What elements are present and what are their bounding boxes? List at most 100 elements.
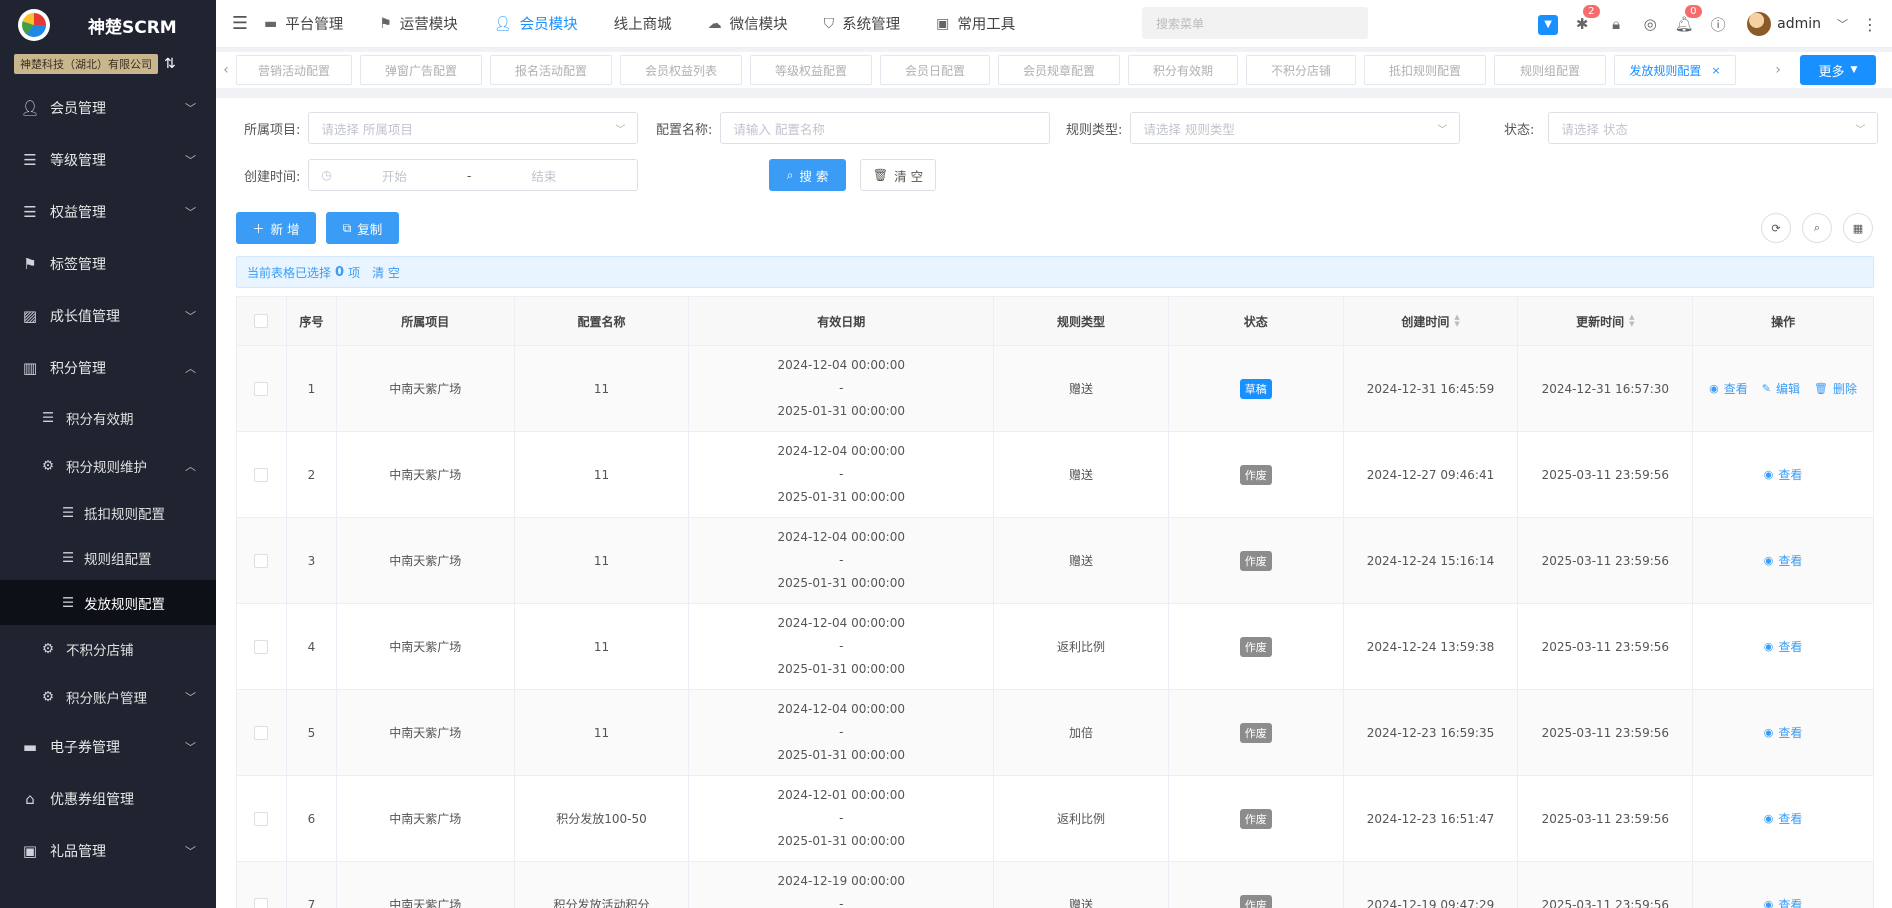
tab-scroll-left-icon[interactable]: ‹ xyxy=(216,62,236,78)
tab-scroll-right-icon[interactable]: › xyxy=(1768,62,1788,78)
row-checkbox[interactable] xyxy=(254,639,269,654)
edit-link[interactable]: ✎ 编辑 xyxy=(1762,380,1800,397)
tab[interactable]: 发放规则配置 × xyxy=(1614,55,1736,85)
topnav-item[interactable]: ▬ 平台管理 xyxy=(264,13,343,34)
expand-icon[interactable]: ▼ xyxy=(1531,13,1565,35)
sidebar-rule-item[interactable]: ☰ 发放规则配置 xyxy=(0,580,216,625)
view-link[interactable]: ◉ 查看 xyxy=(1764,896,1803,908)
rule-type-cell: 返利比例 xyxy=(994,776,1169,861)
close-icon[interactable]: × xyxy=(1711,64,1720,77)
topnav-item[interactable]: ☁ 微信模块 xyxy=(708,13,788,34)
view-icon: ◉ xyxy=(1763,812,1774,825)
tab[interactable]: 会员日配置 xyxy=(880,55,990,85)
sidebar-item[interactable]: ▣ 礼品管理 ﹀ xyxy=(0,825,216,877)
sidebar-rule-item[interactable]: ☰ 规则组配置 xyxy=(0,535,216,580)
view-link[interactable]: ◉ 查看 xyxy=(1709,380,1748,397)
tab[interactable]: 弹窗广告配置 xyxy=(360,55,482,85)
sort-icon[interactable]: ▲ ▼ xyxy=(1454,314,1459,328)
row-checkbox[interactable] xyxy=(254,467,269,482)
tab[interactable]: 抵扣规则配置 xyxy=(1364,55,1486,85)
theme-icon[interactable]: ◎ xyxy=(1633,15,1667,33)
tab[interactable]: 营销活动配置 xyxy=(236,55,352,85)
topnav-item[interactable]: ⛉ 系统管理 xyxy=(824,13,901,34)
updated-time-cell: 2025-03-11 23:59:56 xyxy=(1518,518,1694,603)
sidebar-item[interactable]: ☰ 等级管理 ﹀ xyxy=(0,134,216,186)
search-toggle-icon[interactable]: ⌕ xyxy=(1802,213,1832,243)
bell-icon[interactable]: 🔔︎ 0 xyxy=(1667,5,1702,33)
flag-icon: ⚑ xyxy=(23,255,37,273)
username[interactable]: admin xyxy=(1777,16,1821,32)
search-button[interactable]: ⌕ 搜 索 xyxy=(769,159,846,191)
tab[interactable]: 等级权益配置 xyxy=(750,55,872,85)
tab[interactable]: 报名活动配置 xyxy=(490,55,612,85)
sidebar-subitem[interactable]: ⚙ 积分账户管理 ﹀ xyxy=(0,673,216,721)
date-sep: - xyxy=(839,381,844,395)
more-vertical-icon[interactable]: ⋮ xyxy=(1862,15,1878,34)
copy-button[interactable]: ⧉ 复制 xyxy=(326,212,399,244)
notice-icon[interactable]: ⓘ xyxy=(1701,14,1735,35)
view-link[interactable]: ◉ 查看 xyxy=(1764,724,1803,741)
sidebar-item[interactable]: ▬ 电子券管理 ﹀ xyxy=(0,721,216,773)
topnav-item[interactable]: ⚑ 运营模块 xyxy=(379,13,458,34)
sidebar-subitem[interactable]: ☰ 积分有效期 xyxy=(0,394,216,442)
tab[interactable]: 积分有效期 xyxy=(1128,55,1238,85)
delete-link[interactable]: 🗑︎ 删除 xyxy=(1814,380,1857,397)
view-link[interactable]: ◉ 查看 xyxy=(1764,810,1803,827)
topnav-item[interactable]: 👤︎ 会员模块 xyxy=(494,13,578,34)
columns-icon[interactable]: ▦ xyxy=(1843,213,1873,243)
row-checkbox[interactable] xyxy=(254,725,269,740)
selection-clear-link[interactable]: 清 空 xyxy=(372,264,400,281)
date-end: 2025-01-31 00:00:00 xyxy=(777,576,905,590)
sidebar-rule-item[interactable]: ☰ 抵扣规则配置 xyxy=(0,490,216,535)
view-link[interactable]: ◉ 查看 xyxy=(1764,638,1803,655)
rule-type-select[interactable]: 请选择 规则类型 ﹀ xyxy=(1130,112,1461,144)
refresh-icon[interactable]: ⟳ xyxy=(1761,213,1791,243)
chevron-down-icon: ﹀ xyxy=(185,102,196,115)
avatar[interactable] xyxy=(1747,12,1772,36)
topnav-item[interactable]: 线上商城 xyxy=(614,13,672,34)
status-select[interactable]: 请选择 状态 ﹀ xyxy=(1548,112,1879,144)
add-button[interactable]: ＋ 新 增 xyxy=(236,212,316,244)
sort-icon[interactable]: ▲ ▼ xyxy=(1629,314,1634,328)
sidebar-item[interactable]: 👤︎ 会员管理 ﹀ xyxy=(0,82,216,134)
switch-company-icon[interactable]: ⇅ xyxy=(164,56,176,72)
lock-icon[interactable]: 🔒︎ xyxy=(1599,15,1633,33)
sidebar-item[interactable]: ☰ 权益管理 ﹀ xyxy=(0,186,216,238)
tab[interactable]: 不积分店铺 xyxy=(1246,55,1356,85)
sidebar-item[interactable]: ▥ 积分管理 ︿ xyxy=(0,342,216,394)
row-checkbox[interactable] xyxy=(254,811,269,826)
chevron-down-icon[interactable]: ﹀ xyxy=(1837,16,1848,32)
tab[interactable]: 会员规章配置 xyxy=(998,55,1120,85)
sidebar-subitem[interactable]: ⚙ 积分规则维护 ︿ xyxy=(0,442,216,490)
date-start: 2024-12-04 00:00:00 xyxy=(777,530,905,544)
created-range-picker[interactable]: ◷ 开始 - 结束 xyxy=(308,159,639,191)
sidebar-item[interactable]: ▨ 成长值管理 ﹀ xyxy=(0,290,216,342)
column-header: 配置名称 xyxy=(515,297,690,345)
hamburger-icon[interactable]: ☰ xyxy=(216,13,264,34)
select-all-checkbox[interactable] xyxy=(254,314,269,328)
date-sep: - xyxy=(839,467,844,481)
more-label: 更多 xyxy=(1818,64,1845,80)
clear-button[interactable]: 🗑︎ 清 空 xyxy=(860,159,936,191)
company-badge[interactable]: 神楚科技（湖北）有限公司 xyxy=(14,54,158,74)
sidebar-item[interactable]: ⌂ 优惠券组管理 xyxy=(0,773,216,825)
created-time-cell: 2024-12-27 09:46:41 xyxy=(1344,432,1519,517)
menu-search-input[interactable]: 搜索菜单 xyxy=(1142,7,1368,39)
sidebar-item[interactable]: ⚑ 标签管理 xyxy=(0,238,216,290)
updated-time-cell: 2024-12-31 16:57:30 xyxy=(1518,346,1694,431)
row-checkbox[interactable] xyxy=(254,553,269,568)
view-link[interactable]: ◉ 查看 xyxy=(1764,552,1803,569)
filter-project: 所属项目: 请选择 所属项目 ﹀ xyxy=(244,112,639,144)
view-link[interactable]: ◉ 查看 xyxy=(1764,466,1803,483)
more-button[interactable]: 更多 ▼ xyxy=(1800,55,1876,85)
topnav-item[interactable]: ▣ 常用工具 xyxy=(936,13,1015,34)
name-input[interactable]: 请输入 配置名称 xyxy=(720,112,1051,144)
sidebar-subitem[interactable]: ⚙ 不积分店铺 xyxy=(0,625,216,673)
row-checkbox[interactable] xyxy=(254,381,269,396)
tab[interactable]: 规则组配置 xyxy=(1494,55,1606,85)
bug-icon[interactable]: ✱ 2 xyxy=(1565,5,1600,33)
project-select[interactable]: 请选择 所属项目 ﹀ xyxy=(308,112,639,144)
tab[interactable]: 会员权益列表 xyxy=(620,55,742,85)
view-icon: ◉ xyxy=(1763,554,1774,567)
row-checkbox[interactable] xyxy=(254,897,269,908)
